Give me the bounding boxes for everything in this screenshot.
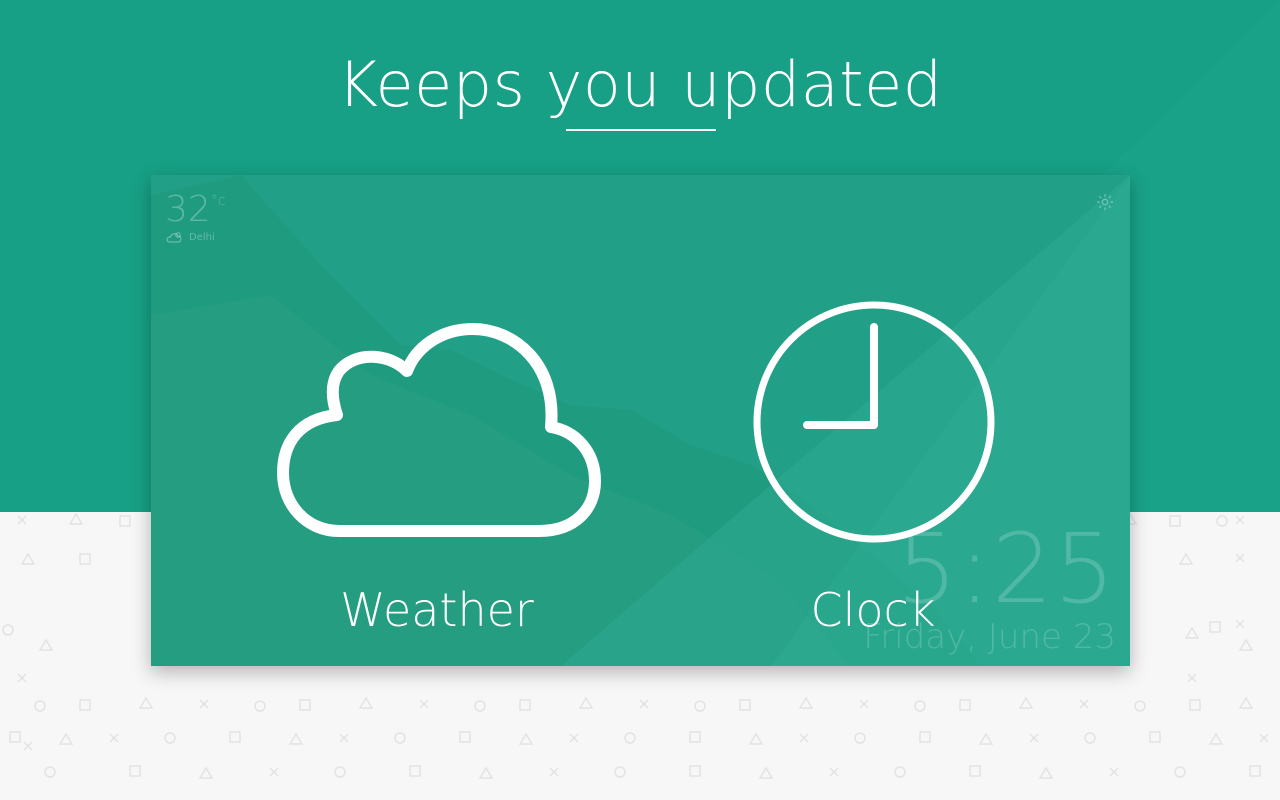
clock-icon [753, 301, 995, 543]
page-headline: Keeps you updated [337, 48, 943, 121]
weather-label: Weather [340, 583, 534, 637]
cloud-icon [277, 323, 601, 537]
mini-temperature-unit: °c [210, 193, 226, 209]
mini-temperature-value: 32 [165, 189, 211, 230]
settings-icon[interactable] [1096, 193, 1114, 211]
preview-card: 32°c Delhi 5:25 Friday, June 23 Weather … [151, 175, 1130, 666]
mini-city-name: Delhi [189, 231, 215, 243]
clock-label: Clock [810, 583, 936, 637]
mini-city: Delhi [165, 231, 215, 243]
headline-underline [566, 129, 716, 131]
partly-cloudy-icon [166, 232, 182, 243]
mini-temperature: 32°c [165, 189, 226, 230]
